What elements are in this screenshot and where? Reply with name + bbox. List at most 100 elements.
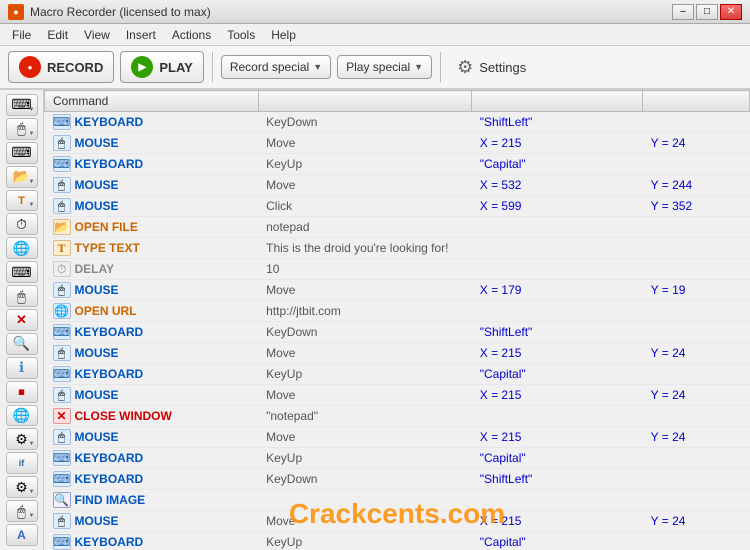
cell-y: Y = 24 [643, 511, 750, 532]
table-row[interactable]: TTYPE TEXTThis is the droid you're looki… [45, 238, 750, 259]
sidebar-text-btn[interactable]: A [6, 524, 38, 546]
cell-param: Move [258, 427, 472, 448]
cell-y [643, 364, 750, 385]
sidebar-stop-btn[interactable]: ⏹ [6, 381, 38, 403]
sidebar-if-btn[interactable]: if [6, 452, 38, 474]
table-row[interactable]: 🖱MOUSEMoveX = 215Y = 24 [45, 385, 750, 406]
cell-command: 🖱MOUSE [45, 427, 259, 448]
table-scroll[interactable]: Command ⌨KEYBOARDKeyDown"ShiftLeft"🖱MOUS… [44, 90, 750, 550]
table-row[interactable]: 🌐OPEN URLhttp://jtbit.com [45, 301, 750, 322]
record-special-button[interactable]: Record special ▼ [221, 55, 331, 79]
cmd-name: MOUSE [75, 283, 119, 297]
keyboard2-icon: ⌨ [11, 144, 31, 161]
play-icon: ▶ [131, 56, 153, 78]
mouse2-icon: 🖱 [17, 288, 25, 305]
close-button[interactable]: ✕ [720, 4, 742, 20]
table-row[interactable]: 🖱MOUSEMoveX = 215Y = 24 [45, 343, 750, 364]
table-row[interactable]: 🖱MOUSEClickX = 599Y = 352 [45, 196, 750, 217]
sidebar-keyboard-btn[interactable]: ⌨ [6, 94, 38, 116]
sidebar-settings3-btn[interactable]: ⚙ [6, 476, 38, 498]
table-row[interactable]: ⌨KEYBOARDKeyUp"Capital" [45, 448, 750, 469]
sidebar-settings-btn[interactable]: ⚙ [6, 428, 38, 450]
cmd-name: MOUSE [75, 346, 119, 360]
sidebar-openfile-btn[interactable]: 📂 [6, 166, 38, 188]
cmd-icon: 🖱 [53, 198, 71, 214]
cmd-name: MOUSE [75, 430, 119, 444]
sidebar-openurl-btn[interactable]: 🌐 [6, 237, 38, 259]
sidebar-delay-btn[interactable]: ⏱ [6, 213, 38, 235]
menu-actions[interactable]: Actions [164, 26, 219, 44]
menu-view[interactable]: View [76, 26, 118, 44]
table-row[interactable]: 🖱MOUSEMoveX = 215Y = 24 [45, 427, 750, 448]
sidebar-findimage-btn[interactable]: 🔍 [6, 333, 38, 355]
table-row[interactable]: ⌨KEYBOARDKeyUp"Capital" [45, 532, 750, 550]
sidebar-mouse2-btn[interactable]: 🖱 [6, 285, 38, 307]
table-row[interactable]: ⌨KEYBOARDKeyDown"ShiftLeft" [45, 112, 750, 133]
menu-insert[interactable]: Insert [118, 26, 164, 44]
command-table: Command ⌨KEYBOARDKeyDown"ShiftLeft"🖱MOUS… [44, 90, 750, 550]
table-row[interactable]: 🖱MOUSEMoveX = 215Y = 24 [45, 511, 750, 532]
table-row[interactable]: ⌨KEYBOARDKeyUp"Capital" [45, 364, 750, 385]
cmd-icon: 🖱 [53, 387, 71, 403]
play-special-button[interactable]: Play special ▼ [337, 55, 432, 79]
cell-value [472, 238, 643, 259]
sidebar-mouse-btn[interactable]: 🖱 [6, 118, 38, 140]
cmd-name: DELAY [75, 262, 115, 276]
menu-file[interactable]: File [4, 26, 39, 44]
record-button[interactable]: ● RECORD [8, 51, 114, 83]
col-y [643, 91, 750, 112]
table-row[interactable]: 🖱MOUSEMoveX = 532Y = 244 [45, 175, 750, 196]
settings3-icon: ⚙ [15, 479, 28, 496]
sidebar-mouse3-btn[interactable]: 🖱 [6, 500, 38, 522]
cmd-icon: ⏱ [53, 261, 71, 277]
sidebar-keyboard3-btn[interactable]: ⌨ [6, 261, 38, 283]
cmd-icon: ⌨ [53, 366, 71, 382]
cmd-name: CLOSE WINDOW [75, 409, 172, 423]
cell-command: ⌨KEYBOARD [45, 448, 259, 469]
sidebar-typetext-btn[interactable]: T [6, 190, 38, 212]
cell-command: 📂OPEN FILE [45, 217, 259, 238]
cell-command: ⌨KEYBOARD [45, 532, 259, 550]
sidebar-info-btn[interactable]: ℹ [6, 357, 38, 379]
table-row[interactable]: 🖱MOUSEMoveX = 179Y = 19 [45, 280, 750, 301]
cmd-name: MOUSE [75, 388, 119, 402]
table-row[interactable]: 🖱MOUSEMoveX = 215Y = 24 [45, 133, 750, 154]
cmd-icon: ⌨ [53, 156, 71, 172]
cell-value: X = 215 [472, 511, 643, 532]
cmd-name: MOUSE [75, 178, 119, 192]
table-row[interactable]: ✕CLOSE WINDOW"notepad" [45, 406, 750, 427]
cell-command: 🖱MOUSE [45, 133, 259, 154]
cell-command: 🖱MOUSE [45, 175, 259, 196]
sidebar-openurl2-btn[interactable]: 🌐 [6, 405, 38, 427]
cell-value: "ShiftLeft" [472, 112, 643, 133]
maximize-button[interactable]: □ [696, 4, 718, 20]
menu-tools[interactable]: Tools [219, 26, 263, 44]
menu-help[interactable]: Help [263, 26, 304, 44]
table-row[interactable]: ⌨KEYBOARDKeyDown"ShiftLeft" [45, 322, 750, 343]
cmd-name: KEYBOARD [75, 367, 144, 381]
play-label: PLAY [159, 60, 192, 75]
menu-edit[interactable]: Edit [39, 26, 76, 44]
separator-2 [440, 52, 441, 82]
cmd-icon: 🔍 [53, 492, 71, 508]
settings-button[interactable]: ⚙ Settings [449, 53, 534, 82]
cmd-icon: ⌨ [53, 534, 71, 550]
cell-value [472, 259, 643, 280]
main-area: ⌨ 🖱 ⌨ 📂 T ⏱ 🌐 ⌨ 🖱 ✕ 🔍 ℹ ⏹ 🌐 ⚙ if ⚙ 🖱 A C… [0, 90, 750, 550]
info-icon: ℹ [19, 359, 24, 376]
table-row[interactable]: ⌨KEYBOARDKeyDown"ShiftLeft" [45, 469, 750, 490]
minimize-button[interactable]: – [672, 4, 694, 20]
play-special-label: Play special [346, 60, 410, 74]
cmd-icon: ⌨ [53, 471, 71, 487]
table-row[interactable]: 🔍FIND IMAGE [45, 490, 750, 511]
sidebar-closewindow-btn[interactable]: ✕ [6, 309, 38, 331]
cell-command: TTYPE TEXT [45, 238, 259, 259]
table-row[interactable]: ⏱DELAY10 [45, 259, 750, 280]
app-icon: ● [8, 4, 24, 20]
cell-y: Y = 244 [643, 175, 750, 196]
sidebar-keyboard2-btn[interactable]: ⌨ [6, 142, 38, 164]
open-url2-icon: 🌐 [13, 407, 30, 424]
table-row[interactable]: ⌨KEYBOARDKeyUp"Capital" [45, 154, 750, 175]
table-row[interactable]: 📂OPEN FILEnotepad [45, 217, 750, 238]
play-button[interactable]: ▶ PLAY [120, 51, 203, 83]
